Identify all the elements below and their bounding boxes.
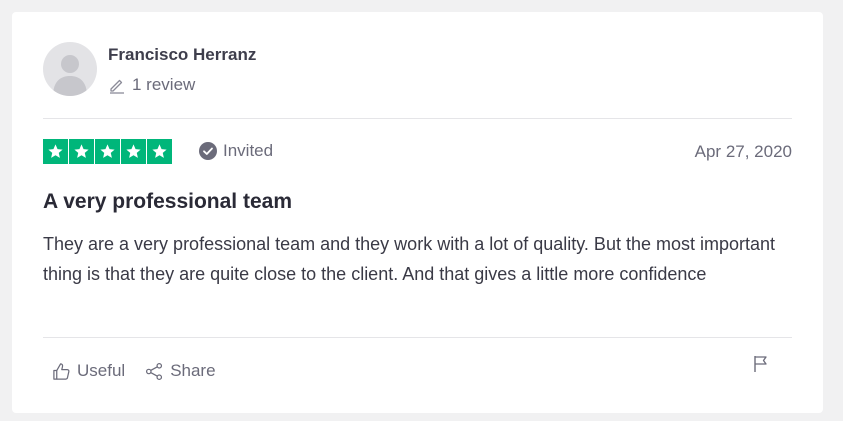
- star-icon: [69, 139, 94, 164]
- check-circle-icon: [199, 142, 217, 160]
- review-count: 1 review: [108, 75, 195, 95]
- star-icon: [147, 139, 172, 164]
- avatar[interactable]: [43, 42, 97, 96]
- review-body: They are a very professional team and th…: [43, 234, 776, 284]
- share-button[interactable]: Share: [145, 361, 216, 381]
- review-title[interactable]: A very professional team: [43, 190, 292, 214]
- review-count-label: 1 review: [132, 75, 196, 94]
- star-icon: [95, 139, 120, 164]
- star-icon: [121, 139, 146, 164]
- review-date: Apr 27, 2020: [694, 142, 792, 161]
- consumer-info: Francisco Herranz 1 review: [43, 42, 792, 98]
- user-silhouette-icon: [53, 55, 87, 96]
- star-rating: [43, 139, 173, 164]
- consumer-name[interactable]: Francisco Herranz: [108, 45, 256, 65]
- review-card: Francisco Herranz 1 review Invited Apr 2…: [12, 12, 823, 413]
- report-button[interactable]: [753, 355, 769, 378]
- share-icon: [146, 362, 163, 380]
- invited-badge[interactable]: Invited: [199, 141, 273, 161]
- footer-divider: [43, 337, 792, 338]
- review-actions: Useful Share: [52, 361, 236, 381]
- useful-label: Useful: [77, 361, 126, 380]
- flag-icon: [754, 356, 767, 372]
- invited-label: Invited: [223, 141, 274, 160]
- star-icon: [43, 139, 68, 164]
- share-label: Share: [170, 361, 216, 380]
- header-divider: [43, 118, 792, 119]
- pencil-icon: [110, 79, 124, 94]
- review-meta: Invited Apr 27, 2020: [43, 139, 792, 164]
- useful-button[interactable]: Useful: [52, 361, 125, 381]
- thumbs-up-icon: [53, 362, 70, 380]
